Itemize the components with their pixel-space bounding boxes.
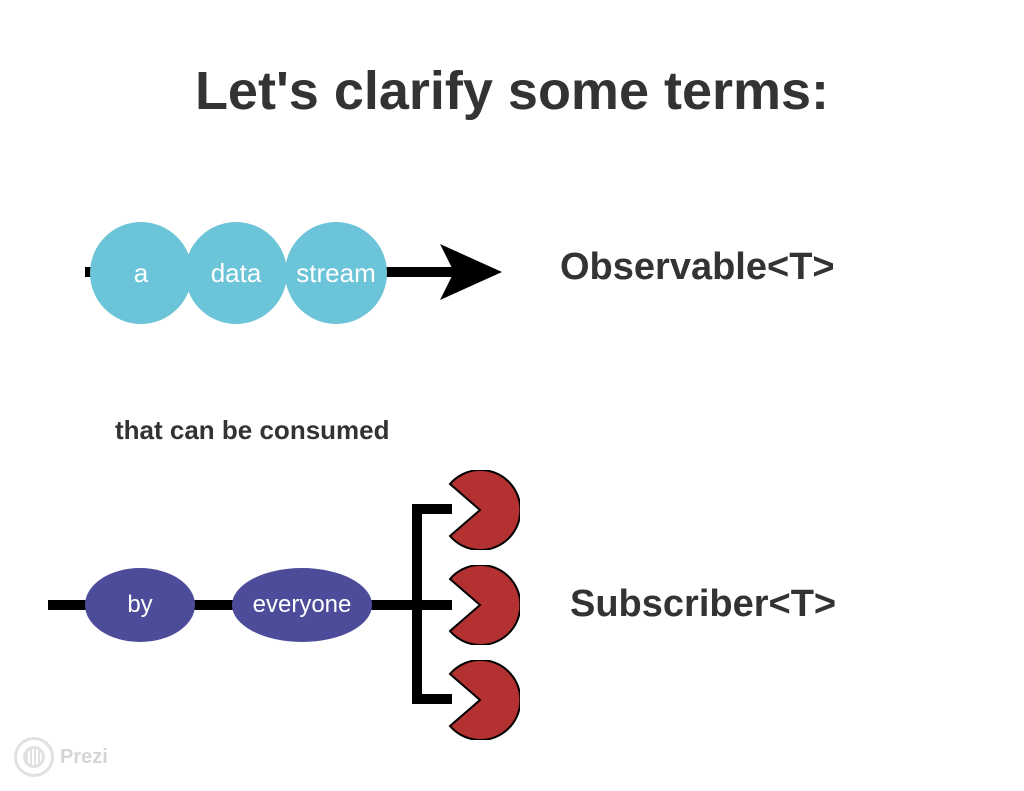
subscriber-label: Subscriber<T> bbox=[570, 583, 836, 626]
subscriber-bubble: everyone bbox=[232, 568, 372, 642]
observable-bubble: data bbox=[185, 222, 287, 324]
subscriber-bubble: by bbox=[85, 568, 195, 642]
observable-bubble: a bbox=[90, 222, 192, 324]
connector-text: that can be consumed bbox=[115, 415, 390, 446]
observable-label: Observable<T> bbox=[560, 246, 835, 289]
prezi-watermark: Prezi bbox=[14, 737, 108, 777]
pacman-icon bbox=[440, 470, 520, 550]
prezi-text: Prezi bbox=[60, 746, 108, 769]
observable-bubble: stream bbox=[285, 222, 387, 324]
slide-title: Let's clarify some terms: bbox=[0, 60, 1024, 122]
prezi-logo-icon bbox=[14, 737, 54, 777]
arrow-right-icon bbox=[440, 244, 502, 300]
pacman-icon bbox=[440, 565, 520, 645]
pacman-icon bbox=[440, 660, 520, 740]
